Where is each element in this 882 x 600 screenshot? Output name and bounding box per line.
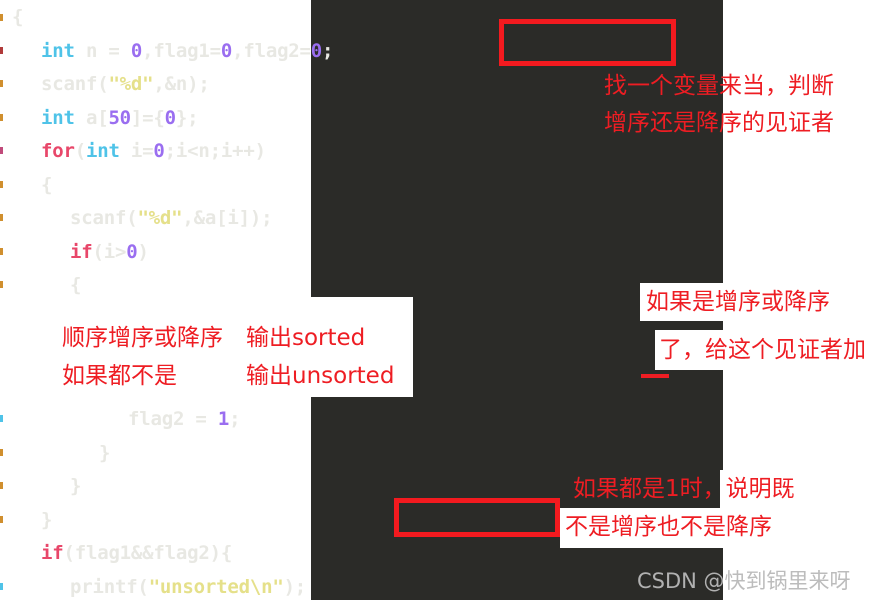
code-line: } [70, 470, 81, 504]
code-token: 0 [164, 106, 176, 129]
code-token: } [99, 441, 111, 464]
code-token: for [41, 140, 75, 162]
annotation-bottom-line2: 不是增序也不是降序 [565, 514, 772, 540]
code-line: scanf("%d",&a[i]); [70, 202, 273, 236]
code-token: 0 [126, 240, 138, 263]
code-token: 0 [130, 39, 143, 62]
annotation-middle-line3-stroke [641, 374, 669, 378]
annotation-left-line1: 顺序增序或降序 输出sorted [62, 325, 366, 351]
highlight-box-if-condition [394, 498, 560, 537]
code-token: ,&a[i]); [182, 207, 273, 229]
code-line: flag2 = 1; [128, 403, 241, 437]
code-token: scanf( [41, 73, 109, 95]
code-token: }; [175, 106, 199, 129]
code-token: ; [322, 39, 334, 62]
code-token: if [70, 240, 93, 263]
code-token: ( [74, 140, 86, 162]
code-line: printf("unsorted\n"); [70, 571, 306, 600]
code-token: 0 [310, 39, 323, 62]
code-token: ); [283, 575, 307, 598]
code-token: int [85, 140, 120, 162]
code-token: printf( [70, 575, 149, 598]
code-token: 1 [217, 408, 230, 430]
code-token: ) [137, 240, 149, 263]
annotation-top-right-line2: 增序还是降序的见证者 [604, 110, 834, 136]
code-token: 50 [108, 106, 131, 129]
code-token: ,flag1= [142, 39, 221, 62]
code-token: ; [229, 408, 241, 430]
code-line: if(i>0) [70, 236, 149, 270]
annotation-middle-line1: 如果是增序或降序 [646, 289, 830, 315]
code-line: int a[50]={0}; [41, 102, 199, 136]
code-token: if [41, 542, 64, 564]
code-token: "%d" [137, 207, 183, 229]
code-token: "%d" [108, 73, 154, 95]
code-token: ,flag2= [232, 39, 311, 62]
annotation-bottom-line1: 如果都是1时，说明既 [573, 476, 795, 502]
code-token: int [41, 39, 75, 62]
screenshot-root: {int n = 0,flag1=0,flag2=0; scanf("%d",&n… [0, 0, 882, 600]
code-token: i= [119, 140, 154, 162]
code-token: int [41, 106, 75, 129]
code-line: { [12, 1, 23, 35]
annotation-left-line2: 如果都不是 输出unsorted [62, 363, 395, 389]
code-line: int n = 0,flag1=0,flag2=0; [41, 35, 334, 69]
code-line: for(int i=0;i<n;i++) [41, 135, 266, 169]
code-token: a[ [74, 106, 109, 129]
code-token: { [41, 173, 53, 196]
annotation-top-right-line1: 找一个变量来当，判断 [604, 73, 834, 99]
code-token: 0 [220, 39, 233, 62]
code-token: flag2 = [128, 408, 218, 430]
annotation-middle-line2: 了，给这个见证者加 [659, 337, 866, 363]
code-token: } [41, 508, 53, 531]
code-token: } [70, 475, 82, 497]
code-token: n = [74, 39, 131, 62]
code-token: { [12, 6, 24, 28]
csdn-watermark: CSDN @快到锅里来呀 [637, 569, 851, 593]
code-token: scanf( [70, 207, 138, 229]
code-token: 0 [153, 140, 165, 162]
code-line: } [99, 437, 110, 471]
code-line: { [41, 169, 52, 203]
code-token: (flag1&&flag2){ [63, 542, 233, 564]
code-token: (i> [92, 240, 127, 263]
code-token: { [70, 274, 82, 296]
code-token: ,&n); [153, 73, 210, 95]
code-line: if(flag1&&flag2){ [41, 537, 232, 571]
code-token: ;i<n;i++) [164, 140, 266, 162]
highlight-box-flag-declarations [499, 19, 676, 66]
code-token: ]={ [130, 106, 165, 129]
code-line: scanf("%d",&n); [41, 68, 210, 102]
code-line: } [41, 504, 52, 538]
code-token: "unsorted\n" [148, 575, 284, 598]
